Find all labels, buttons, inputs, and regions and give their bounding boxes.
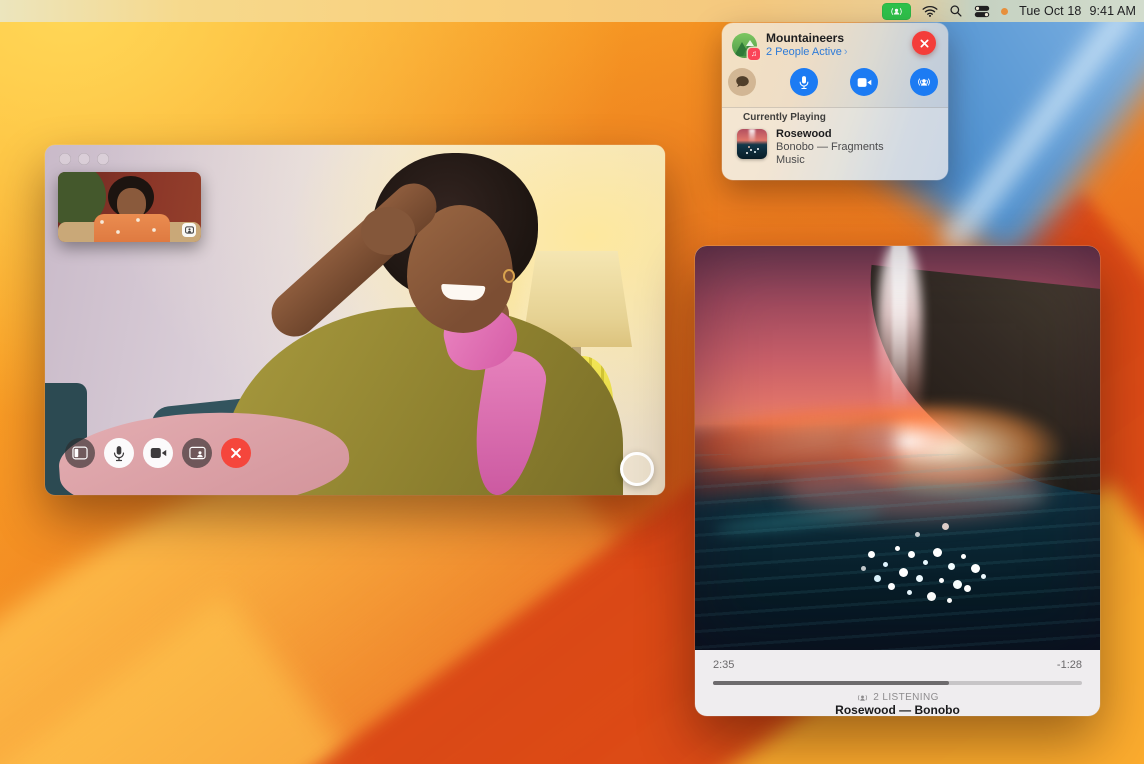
- sidebar-icon: [72, 446, 88, 460]
- now-playing-title: Rosewood — Bonobo: [695, 703, 1100, 717]
- close-window-button[interactable]: [59, 153, 71, 165]
- menu-bar-date[interactable]: Tue Oct 18: [1019, 4, 1081, 18]
- elapsed-time: 2:35: [713, 659, 734, 671]
- shareplay-icon: [916, 74, 932, 90]
- music-miniplayer-window: 2:35 -1:28 2 LISTENING Rosewood — Bonobo: [695, 246, 1100, 716]
- share-screen-button[interactable]: [182, 438, 212, 468]
- group-mute-button[interactable]: [790, 68, 818, 96]
- close-x-icon: [919, 38, 930, 49]
- album-artwork: [695, 246, 1100, 650]
- shareplay-button[interactable]: [910, 68, 938, 96]
- listening-status: 2 LISTENING: [695, 692, 1100, 703]
- pip-person-frame-icon: [185, 226, 194, 234]
- remaining-time: -1:28: [1057, 659, 1082, 671]
- caller-earring: [503, 269, 515, 283]
- playback-bar: 2:35 -1:28 2 LISTENING Rosewood — Bonobo: [695, 650, 1100, 716]
- menu-bar: Tue Oct 18 9:41 AM: [0, 0, 1144, 22]
- currently-playing-label: Currently Playing: [743, 112, 826, 123]
- facetime-pip-self-view[interactable]: [58, 172, 201, 242]
- facetime-window: [45, 145, 665, 495]
- pip-camera-badge: [182, 223, 196, 237]
- shareplay-icon: [890, 5, 903, 18]
- close-popover-button[interactable]: [912, 31, 936, 55]
- music-note-badge: ♫: [748, 48, 760, 60]
- video-camera-icon: [857, 77, 872, 88]
- participants-status-link[interactable]: 2 People Active›: [766, 46, 848, 58]
- control-center-icon[interactable]: [974, 5, 990, 18]
- group-video-button[interactable]: [850, 68, 878, 96]
- end-call-x-icon: [230, 447, 242, 459]
- chevron-right-icon: ›: [844, 46, 848, 58]
- mic-icon: [798, 75, 810, 90]
- menu-bar-clock[interactable]: 9:41 AM: [1089, 4, 1136, 18]
- shareplay-popover: ♫ Mountaineers 2 People Active›: [722, 23, 948, 180]
- shareplay-listeners-icon: [856, 692, 869, 703]
- video-camera-icon: [150, 447, 167, 459]
- artwork-sparkles: [750, 149, 752, 151]
- minimize-window-button[interactable]: [78, 153, 90, 165]
- listening-count: 2 LISTENING: [873, 692, 939, 703]
- end-call-button[interactable]: [221, 438, 251, 468]
- capture-ring-button[interactable]: [620, 452, 654, 486]
- facetime-call-controls: [65, 438, 251, 468]
- shareplay-session-menu-icon[interactable]: [882, 3, 911, 20]
- mute-button[interactable]: [104, 438, 134, 468]
- window-traffic-lights: [59, 153, 109, 165]
- caller-hand: [361, 207, 415, 255]
- mic-icon: [112, 445, 126, 462]
- track-source-app: Music: [776, 154, 805, 166]
- zoom-window-button[interactable]: [97, 153, 109, 165]
- share-screen-icon: [189, 446, 206, 460]
- mic-in-use-indicator-dot: [1001, 8, 1008, 15]
- pip-caller-shirt: [94, 214, 170, 242]
- track-artist-album: Bonobo — Fragments: [776, 141, 884, 153]
- popover-action-buttons: [722, 68, 948, 96]
- sidebar-toggle-button[interactable]: [65, 438, 95, 468]
- track-artwork-thumbnail[interactable]: [737, 129, 767, 159]
- camera-toggle-button[interactable]: [143, 438, 173, 468]
- spotlight-search-icon[interactable]: [949, 4, 963, 18]
- menu-bar-status-items: Tue Oct 18 9:41 AM: [882, 3, 1144, 20]
- group-name: Mountaineers: [766, 31, 844, 45]
- chat-bubble-icon: [735, 75, 750, 89]
- track-title: Rosewood: [776, 128, 832, 140]
- wifi-icon[interactable]: [922, 5, 938, 17]
- artwork-beam: [749, 129, 755, 143]
- participants-status-text: 2 People Active: [766, 46, 842, 58]
- avatar-mountain-peak: [746, 40, 754, 46]
- messages-button[interactable]: [728, 68, 756, 96]
- progress-bar[interactable]: [713, 681, 1082, 685]
- music-progress-fill: [713, 681, 949, 685]
- artwork-vignette: [695, 246, 1100, 650]
